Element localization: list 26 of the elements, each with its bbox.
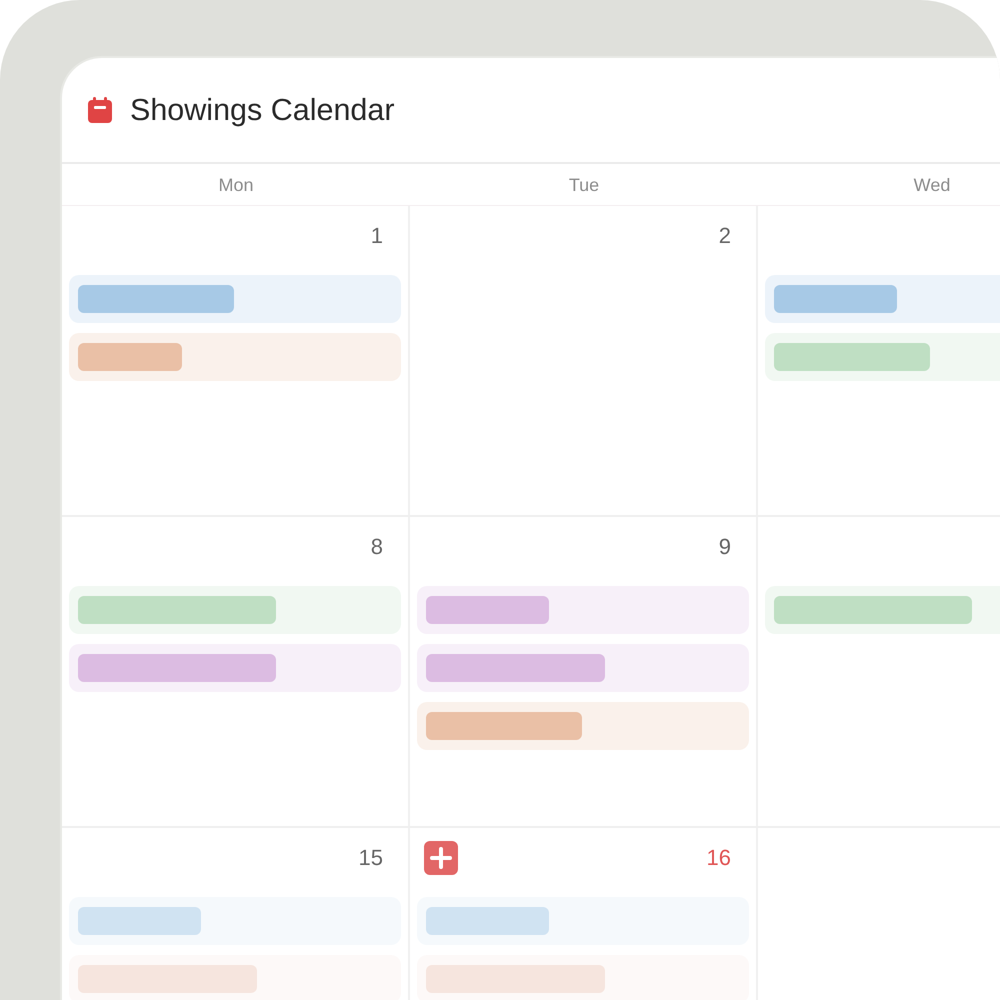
calendar-icon [88,97,112,123]
event-card[interactable] [765,586,1000,634]
event-card[interactable] [69,275,401,323]
date-number: 9 [718,533,731,561]
event-card[interactable] [69,955,401,1000]
weekday-label: Mon [218,174,254,196]
event-card[interactable] [417,644,749,692]
weekday-label: Wed [914,174,950,196]
event-card[interactable] [417,586,749,634]
event-card[interactable] [417,702,749,750]
date-number: 15 [358,844,383,872]
event-card[interactable] [69,644,401,692]
date-number: 1 [370,222,383,250]
date-number: 16 [706,844,731,872]
event-card[interactable] [765,275,1000,323]
event-card[interactable] [69,333,401,381]
date-number: 2 [718,222,731,250]
date-number: 8 [370,533,383,561]
weekday-label: Tue [568,174,600,196]
event-card[interactable] [765,333,1000,381]
event-card[interactable] [417,955,749,1000]
event-card[interactable] [69,586,401,634]
add-icon[interactable] [424,841,458,875]
event-card[interactable] [69,897,401,945]
event-card[interactable] [417,897,749,945]
calendar-title: Showings Calendar [130,92,394,128]
